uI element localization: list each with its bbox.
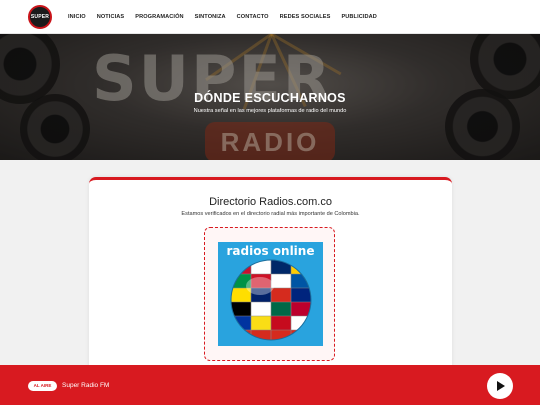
radio-player-bar: AL AIRE Super Radio FM bbox=[0, 365, 540, 405]
logo-text: SUPER bbox=[30, 13, 50, 20]
flag-globe-icon bbox=[230, 259, 312, 341]
play-icon bbox=[497, 381, 505, 391]
play-button[interactable] bbox=[487, 373, 513, 399]
nav-item-programacion[interactable]: PROGRAMACIÓN bbox=[135, 14, 183, 20]
station-name: Super Radio FM bbox=[62, 382, 110, 389]
nav-item-redes-sociales[interactable]: REDES SOCIALES bbox=[280, 14, 331, 20]
main-menu: INICIO NOTICIAS PROGRAMACIÓN SINTONIZA C… bbox=[68, 14, 377, 20]
top-navbar: SUPER INICIO NOTICIAS PROGRAMACIÓN SINTO… bbox=[0, 0, 540, 34]
hero-banner: SUPER RADIO DÓNDE ESCUCHARNOS Nuestra se… bbox=[0, 34, 540, 160]
radios-online-badge[interactable]: radios online bbox=[218, 242, 323, 346]
nav-item-contacto[interactable]: CONTACTO bbox=[237, 14, 269, 20]
nav-item-sintoniza[interactable]: SINTONIZA bbox=[195, 14, 226, 20]
hero-title: DÓNDE ESCUCHARNOS bbox=[194, 91, 346, 105]
station-logo[interactable]: SUPER bbox=[28, 4, 52, 29]
directory-badge-frame: radios online bbox=[204, 227, 335, 361]
on-air-badge: AL AIRE bbox=[28, 381, 57, 391]
hero-subtitle: Nuestra señal en las mejores plataformas… bbox=[193, 108, 347, 114]
nav-item-inicio[interactable]: INICIO bbox=[68, 14, 86, 20]
nav-item-publicidad[interactable]: PUBLICIDAD bbox=[341, 14, 377, 20]
nav-item-noticias[interactable]: NOTICIAS bbox=[97, 14, 125, 20]
directory-card: Directorio Radios.com.co Estamos verific… bbox=[89, 177, 452, 377]
directory-title: Directorio Radios.com.co bbox=[209, 196, 332, 208]
directory-subtitle: Estamos verificados en el directorio rad… bbox=[181, 211, 360, 217]
